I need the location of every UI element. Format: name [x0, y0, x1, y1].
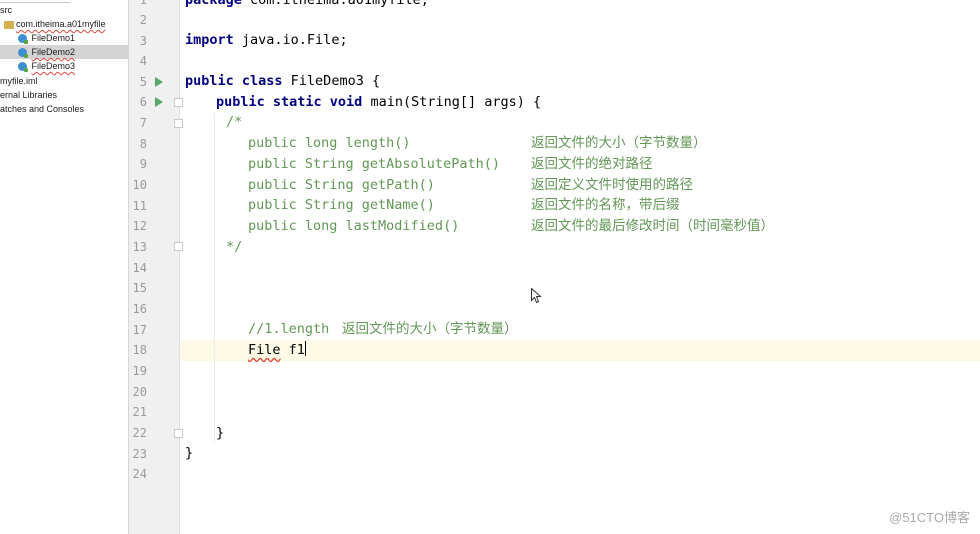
- project-tree-panel: src com.itheima.a01myfile FileDemo1 File…: [0, 0, 129, 534]
- line-number: 15: [132, 281, 147, 295]
- java-class-icon: [18, 62, 28, 73]
- code-line-22[interactable]: }: [216, 423, 224, 444]
- line-number: 9: [139, 157, 147, 171]
- tree-item-label: com.itheima.a01myfile: [16, 19, 106, 29]
- tree-item-label: ernal Libraries: [0, 90, 58, 100]
- code-line-10[interactable]: public String getPath(): [248, 175, 435, 196]
- line-number: 7: [139, 116, 147, 130]
- tree-item-filedemo2[interactable]: FileDemo2: [0, 45, 128, 59]
- line-number: 2: [139, 13, 147, 27]
- tree-item-iml[interactable]: myfile.iml: [0, 74, 128, 88]
- tree-item-src[interactable]: src: [0, 3, 128, 17]
- fold-toggle-icon[interactable]: [174, 242, 183, 251]
- fold-toggle-icon[interactable]: [174, 98, 183, 107]
- tree-item-label: myfile.iml: [0, 76, 38, 86]
- line-number: 10: [132, 178, 147, 192]
- code-line-12[interactable]: public long lastModified(): [248, 216, 459, 237]
- indent-guide: [214, 113, 215, 443]
- tree-item-label: FileDemo3: [31, 61, 76, 71]
- comment-cn-12: 返回文件的最后修改时间（时间毫秒值）: [531, 218, 774, 234]
- line-number: 21: [132, 405, 147, 419]
- line-number: 8: [139, 137, 147, 151]
- tree-item-label: atches and Consoles: [0, 104, 85, 114]
- java-class-icon: [18, 34, 28, 45]
- line-number: 19: [132, 364, 147, 378]
- tree-item-filedemo1[interactable]: FileDemo1: [0, 31, 128, 45]
- line-number: 11: [132, 199, 147, 213]
- editor-gutter[interactable]: 1 2 3 4 5 6 7 8 9 10 11 12 13 14 15 16 1…: [129, 0, 183, 534]
- code-line-9[interactable]: public String getAbsolutePath(): [248, 154, 500, 175]
- tree-item-filedemo3[interactable]: FileDemo3: [0, 59, 128, 73]
- fold-toggle-icon[interactable]: [174, 119, 183, 128]
- code-line-13[interactable]: */: [226, 237, 242, 258]
- line-number: 13: [132, 240, 147, 254]
- package-icon: [4, 20, 14, 29]
- line-number: 3: [139, 34, 147, 48]
- line-number: 20: [132, 385, 147, 399]
- line-number: 16: [132, 302, 147, 316]
- run-class-icon[interactable]: [155, 77, 163, 87]
- tree-item-label: src: [0, 5, 12, 15]
- mouse-pointer-icon: [531, 288, 542, 304]
- line-number: 17: [132, 323, 147, 337]
- tree-item-scratches[interactable]: atches and Consoles: [0, 102, 128, 116]
- comment-cn-10: 返回定义文件时使用的路径: [531, 177, 693, 193]
- tree-item-external-libraries[interactable]: ernal Libraries: [0, 88, 128, 102]
- code-line-23[interactable]: }: [185, 443, 193, 464]
- code-line-7[interactable]: /*: [226, 112, 242, 133]
- comment-cn-9: 返回文件的绝对路径: [531, 156, 653, 172]
- line-number: 4: [139, 54, 147, 68]
- java-class-icon: [18, 48, 28, 59]
- variable-name: f1: [288, 342, 305, 358]
- line-number: 18: [132, 343, 147, 357]
- line-number: 23: [132, 447, 147, 461]
- line-number: 6: [139, 95, 147, 109]
- line-number: 14: [132, 261, 147, 275]
- code-line-17[interactable]: //1.length: [248, 319, 329, 340]
- line-number: 5: [139, 75, 147, 89]
- line-number: 22: [132, 426, 147, 440]
- code-line-18[interactable]: File f1: [248, 340, 306, 361]
- tree-item-package[interactable]: com.itheima.a01myfile: [0, 17, 128, 31]
- code-line-1[interactable]: package com.itheima.a01myfile;: [185, 0, 429, 11]
- run-main-icon[interactable]: [155, 97, 163, 107]
- comment-cn-11: 返回文件的名称，带后缀: [531, 197, 680, 213]
- line-number: 1: [139, 0, 147, 7]
- comment-cn-8: 返回文件的大小（字节数量）: [531, 135, 707, 151]
- line-number: 24: [132, 467, 147, 481]
- tree-item-label: FileDemo2: [31, 47, 76, 57]
- comment-cn-17: 返回文件的大小（字节数量）: [342, 321, 518, 337]
- type-name: File: [248, 342, 281, 358]
- code-line-6[interactable]: public static void main(String[] args) {: [216, 92, 541, 113]
- fold-toggle-icon[interactable]: [174, 429, 183, 438]
- line-number: 12: [132, 219, 147, 233]
- code-line-5[interactable]: public class FileDemo3 {: [185, 71, 380, 92]
- code-line-3[interactable]: import java.io.File;: [185, 30, 348, 51]
- watermark: @51CTO博客: [889, 510, 970, 525]
- tree-item-label: FileDemo1: [31, 33, 76, 43]
- code-line-8[interactable]: public long length(): [248, 133, 411, 154]
- code-line-11[interactable]: public String getName(): [248, 195, 435, 216]
- text-caret: [304, 341, 306, 356]
